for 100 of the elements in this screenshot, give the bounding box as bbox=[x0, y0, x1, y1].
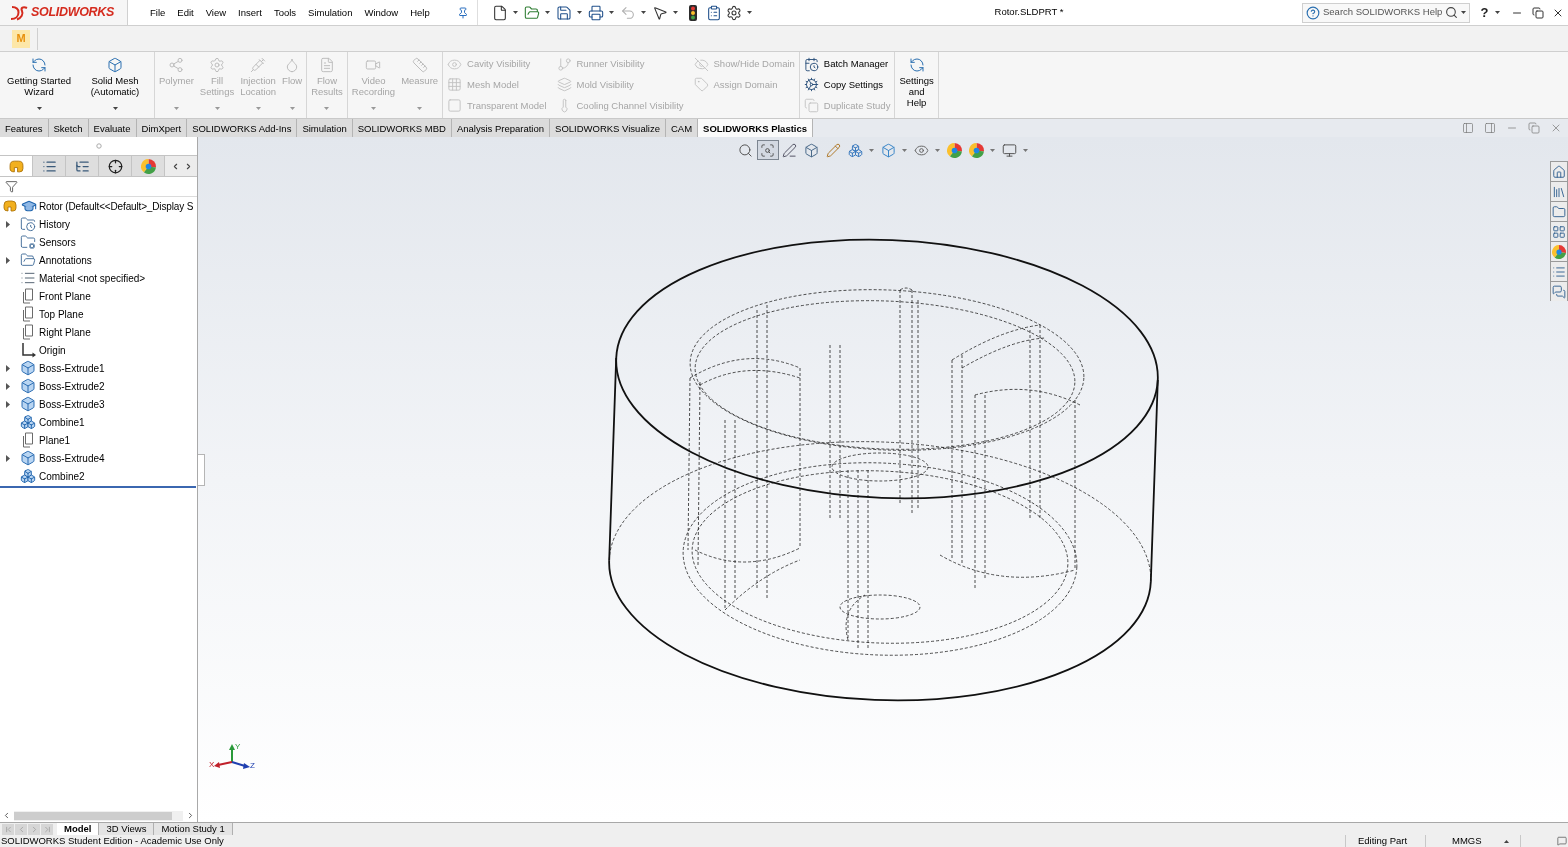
menu-item[interactable]: View bbox=[205, 6, 227, 19]
open-folder-icon[interactable] bbox=[524, 4, 540, 21]
tree-item[interactable]: Sensors bbox=[0, 233, 197, 251]
scrollbar-thumb[interactable] bbox=[14, 811, 172, 820]
menu-item[interactable]: Edit bbox=[177, 6, 194, 19]
units-dropdown[interactable]: MMGS bbox=[1452, 835, 1509, 847]
search-box[interactable]: Search SOLIDWORKS Help bbox=[1302, 2, 1470, 23]
ribbon-button[interactable]: Batch Manager bbox=[803, 54, 891, 75]
command-tab[interactable]: Features bbox=[0, 119, 49, 137]
model-tab[interactable]: Model bbox=[57, 823, 100, 835]
left-panel-icon[interactable] bbox=[1462, 122, 1474, 134]
menu-item[interactable]: Help bbox=[410, 6, 430, 19]
task-pane-tab[interactable] bbox=[1550, 181, 1568, 201]
pin-icon[interactable] bbox=[457, 6, 469, 19]
scroll-right-icon[interactable] bbox=[186, 811, 195, 820]
panel-collapse-handle[interactable] bbox=[198, 454, 205, 486]
task-pane-tab[interactable] bbox=[1550, 241, 1568, 261]
tree-item[interactable]: Annotations bbox=[0, 251, 197, 269]
command-tab[interactable]: SOLIDWORKS Visualize bbox=[550, 119, 666, 137]
menu-item[interactable]: Tools bbox=[273, 6, 297, 19]
tree-list-icon bbox=[74, 158, 90, 174]
command-tab[interactable]: Sketch bbox=[48, 119, 89, 137]
tab-scroll-button[interactable] bbox=[15, 823, 27, 835]
chat-bubbles-icon bbox=[1552, 284, 1566, 299]
traffic-light-icon[interactable] bbox=[688, 4, 697, 21]
task-pane-tab[interactable] bbox=[1550, 161, 1568, 181]
caret-icon[interactable] bbox=[747, 11, 752, 14]
tree-item[interactable]: Boss-Extrude1 bbox=[0, 359, 197, 377]
task-pane-tab[interactable] bbox=[1550, 201, 1568, 221]
tree-item[interactable]: Boss-Extrude4 bbox=[0, 449, 197, 467]
caret-icon[interactable] bbox=[545, 11, 550, 14]
ribbon-button[interactable]: Settings and Help bbox=[896, 52, 937, 118]
tree-item[interactable]: Combine1 bbox=[0, 413, 197, 431]
ribbon-button[interactable]: Solid Mesh (Automatic) bbox=[77, 52, 153, 118]
save-icon[interactable] bbox=[556, 4, 572, 21]
panel-tab[interactable] bbox=[99, 156, 132, 176]
menu-item[interactable]: Window bbox=[364, 6, 399, 19]
view-tool-button[interactable] bbox=[757, 140, 779, 160]
caret-icon[interactable] bbox=[577, 11, 582, 14]
tree-item[interactable]: Boss-Extrude3 bbox=[0, 395, 197, 413]
pointer-icon[interactable] bbox=[652, 4, 668, 21]
tree-item[interactable]: Plane1 bbox=[0, 431, 197, 449]
filter-icon[interactable] bbox=[5, 180, 18, 193]
model-tab[interactable]: 3D Views bbox=[99, 823, 155, 835]
caret-icon[interactable] bbox=[513, 11, 518, 14]
command-tab[interactable]: Evaluate bbox=[88, 119, 137, 137]
tree-item[interactable]: Origin bbox=[0, 341, 197, 359]
undo-icon[interactable] bbox=[620, 4, 636, 21]
expand-arrow-icon[interactable] bbox=[6, 364, 10, 372]
restore-icon[interactable] bbox=[1532, 6, 1544, 19]
caret-icon[interactable] bbox=[673, 11, 678, 14]
model-tab[interactable]: Motion Study 1 bbox=[154, 823, 233, 835]
printer-icon[interactable] bbox=[588, 4, 604, 21]
help-button[interactable]: ? bbox=[1478, 5, 1491, 20]
tree-item[interactable]: Combine2 bbox=[0, 467, 197, 485]
task-pane-tab[interactable] bbox=[1550, 281, 1568, 301]
search-field[interactable]: Search SOLIDWORKS Help bbox=[1323, 5, 1445, 20]
expand-arrow-icon[interactable] bbox=[6, 400, 10, 408]
caret-icon[interactable] bbox=[641, 11, 646, 14]
tree-item[interactable]: Material <not specified> bbox=[0, 269, 197, 287]
command-tab[interactable]: Analysis Preparation bbox=[451, 119, 551, 137]
expand-arrow-icon[interactable] bbox=[6, 382, 10, 390]
command-tab[interactable]: SOLIDWORKS MBD bbox=[352, 119, 452, 137]
command-tab[interactable]: DimXpert bbox=[136, 119, 188, 137]
settings-icon[interactable] bbox=[726, 4, 742, 21]
command-tab[interactable]: CAM bbox=[665, 119, 699, 137]
menu-item[interactable]: Insert bbox=[238, 6, 262, 19]
ribbon-button[interactable]: Getting Started Wizard bbox=[1, 52, 77, 118]
menu-item[interactable]: Simulation bbox=[308, 6, 353, 19]
tree-item[interactable]: Top Plane bbox=[0, 305, 197, 323]
command-tab[interactable]: SOLIDWORKS Add-Ins bbox=[187, 119, 298, 137]
clipboard-icon[interactable] bbox=[705, 4, 722, 21]
speech-bubble-icon[interactable] bbox=[1557, 836, 1567, 846]
expand-arrow-icon[interactable] bbox=[6, 220, 10, 228]
ribbon-button[interactable]: Copy Settings bbox=[803, 75, 891, 95]
command-tab[interactable]: SOLIDWORKS Plastics bbox=[698, 119, 814, 137]
search-icon[interactable] bbox=[1445, 6, 1458, 19]
expand-arrow-icon[interactable] bbox=[6, 454, 10, 462]
right-panel-icon[interactable] bbox=[1484, 122, 1496, 134]
tab-scroll-button[interactable] bbox=[41, 823, 53, 835]
tree-item[interactable]: Boss-Extrude2 bbox=[0, 377, 197, 395]
scroll-left-icon[interactable] bbox=[2, 811, 11, 820]
tree-item[interactable]: Front Plane bbox=[0, 287, 197, 305]
task-pane-tab[interactable] bbox=[1550, 261, 1568, 281]
caret-icon[interactable] bbox=[1495, 11, 1500, 14]
tree-item[interactable]: Rotor (Default<<Default>_Display S bbox=[0, 197, 197, 215]
tab-scroll-button[interactable] bbox=[28, 823, 40, 835]
splitter-grip-icon[interactable] bbox=[95, 143, 102, 149]
menu-item[interactable]: File bbox=[150, 6, 166, 19]
document-icon[interactable] bbox=[492, 4, 508, 21]
expand-arrow-icon[interactable] bbox=[6, 256, 10, 264]
square-icon bbox=[447, 98, 463, 114]
caret-icon[interactable] bbox=[609, 11, 614, 14]
command-tab[interactable]: Simulation bbox=[297, 119, 353, 137]
horizontal-scrollbar[interactable] bbox=[14, 810, 183, 821]
caret-icon[interactable] bbox=[1461, 11, 1466, 14]
tree-item[interactable]: Right Plane bbox=[0, 323, 197, 341]
task-pane-tab[interactable] bbox=[1550, 221, 1568, 241]
tab-scroll-button[interactable] bbox=[2, 823, 14, 835]
tree-item[interactable]: History bbox=[0, 215, 197, 233]
